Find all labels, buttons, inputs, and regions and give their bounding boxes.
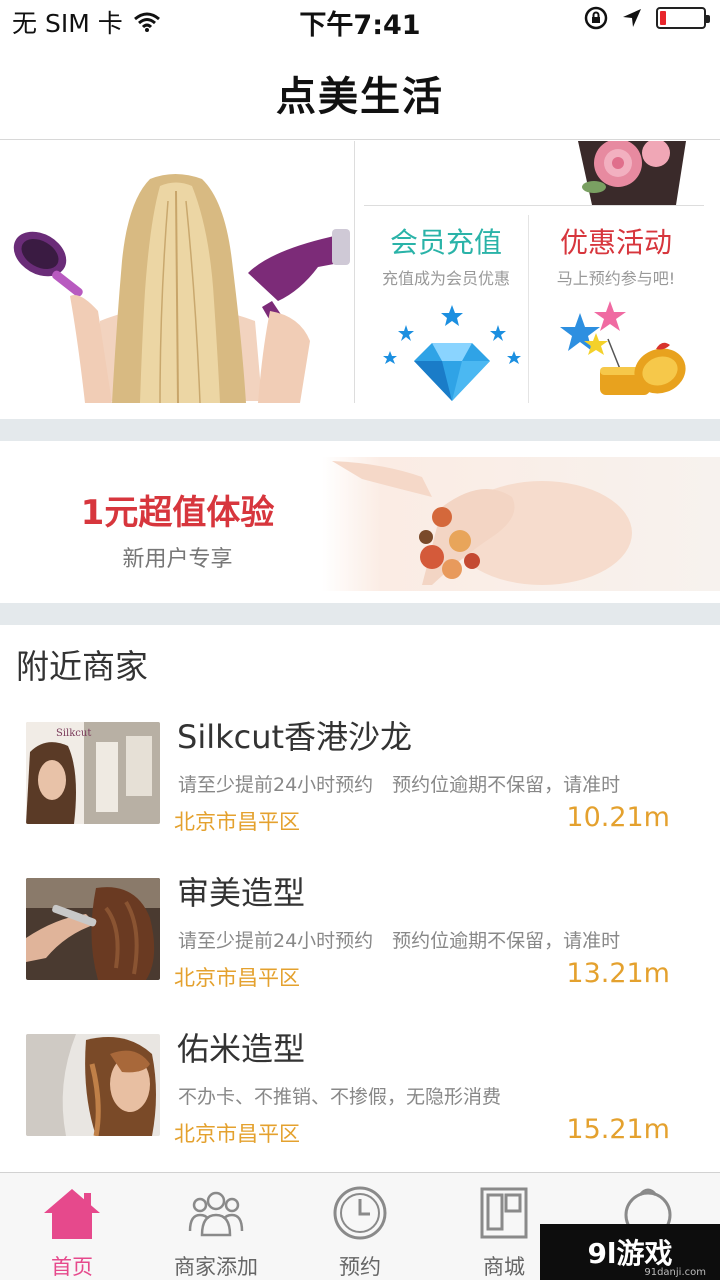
promotion-card[interactable]: 优惠活动 马上预约参与吧!: [530, 211, 702, 411]
salon-image: Silkcut: [26, 722, 160, 824]
nav-bar: 点美生活: [0, 40, 720, 140]
home-icon: [44, 1189, 100, 1239]
hero-banner: 会员充值 充值成为会员优惠 优惠活动 马上预约参与吧!: [0, 139, 720, 419]
tab-home[interactable]: 首页: [0, 1173, 144, 1281]
promo-divider: [364, 205, 704, 206]
shop-name: Silkcut香港沙龙: [177, 718, 413, 756]
shop-description: 请至少提前24小时预约 预约位逾期不保留，请准时: [178, 774, 621, 796]
shop-item[interactable]: Silkcut Silkcut香港沙龙 请至少提前24小时预约 预约位逾期不保留…: [0, 712, 720, 862]
section-separator-2: [0, 603, 720, 625]
trial-experience-title: 1元超值体验: [80, 493, 275, 533]
people-icon: [188, 1191, 244, 1237]
store-icon: [480, 1187, 528, 1239]
shop-location: 北京市昌平区: [174, 810, 300, 834]
watermark-logo: 9l游戏 91danji.com: [540, 1224, 720, 1280]
status-bar: 无 SIM 卡 下午7:41: [0, 0, 720, 41]
rotation-lock-icon: [584, 6, 608, 30]
member-recharge-title: 会员充值: [389, 226, 502, 259]
flower-banner: [356, 139, 720, 205]
battery-icon: [656, 7, 710, 29]
shop-distance: 10.21m: [566, 802, 670, 833]
hair-styling-image: [26, 878, 160, 980]
member-recharge-subtitle: 充值成为会员优惠: [381, 269, 510, 288]
tab-merchant-add[interactable]: 商家添加: [144, 1173, 288, 1281]
promotion-title: 优惠活动: [559, 226, 672, 259]
trial-experience-subtitle: 新用户专享: [122, 547, 233, 572]
shop-thumbnail: Silkcut: [26, 722, 160, 824]
shop-name: 审美造型: [177, 874, 306, 912]
promotion-subtitle: 马上预约参与吧!: [556, 269, 676, 288]
promo-card-divider: [528, 215, 529, 403]
battery-level: [660, 11, 666, 25]
section-separator: [0, 419, 720, 441]
hero-divider: [354, 141, 355, 403]
shop-thumbnail: [26, 1034, 160, 1136]
status-right: [584, 6, 710, 30]
shop-distance: 13.21m: [566, 958, 670, 989]
trial-experience-banner[interactable]: 1元超值体验 新用户专享: [0, 441, 720, 603]
watermark-domain: 91danji.com: [644, 1267, 706, 1278]
page-title: 点美生活: [276, 74, 444, 120]
watermark-text: 9l游戏: [587, 1237, 673, 1270]
facial-massage-image: [322, 457, 720, 591]
shop-item[interactable]: 审美造型 请至少提前24小时预约 预约位逾期不保留，请准时 北京市昌平区 13.…: [0, 868, 720, 1018]
shop-distance: 15.21m: [566, 1114, 670, 1145]
svg-text:Silkcut: Silkcut: [56, 728, 91, 739]
tab-merchant-add-label: 商家添加: [174, 1255, 258, 1279]
shop-description: 不办卡、不推销、不掺假，无隐形消费: [178, 1086, 502, 1108]
gift-box-icon: [560, 301, 686, 395]
clock-icon: [333, 1186, 387, 1240]
model-portrait-image: [26, 1034, 160, 1136]
member-recharge-card[interactable]: 会员充值 充值成为会员优惠: [364, 211, 528, 411]
nearby-merchants-title: 附近商家: [16, 647, 148, 686]
tab-booking-label: 预约: [339, 1255, 381, 1279]
shop-description: 请至少提前24小时预约 预约位逾期不保留，请准时: [178, 930, 621, 952]
hair-model-image: [0, 141, 354, 419]
shop-location: 北京市昌平区: [174, 966, 300, 990]
tab-home-label: 首页: [51, 1255, 93, 1279]
shop-item[interactable]: 佑米造型 不办卡、不推销、不掺假，无隐形消费 北京市昌平区 15.21m: [0, 1024, 720, 1174]
shop-thumbnail: [26, 878, 160, 980]
hair-care-banner[interactable]: [0, 141, 354, 419]
location-arrow-icon: [623, 9, 641, 27]
diamond-icon: [383, 305, 521, 401]
rose-image: [356, 139, 720, 205]
shop-name: 佑米造型: [177, 1030, 306, 1068]
tab-booking[interactable]: 预约: [288, 1173, 432, 1281]
shop-location: 北京市昌平区: [174, 1122, 300, 1146]
